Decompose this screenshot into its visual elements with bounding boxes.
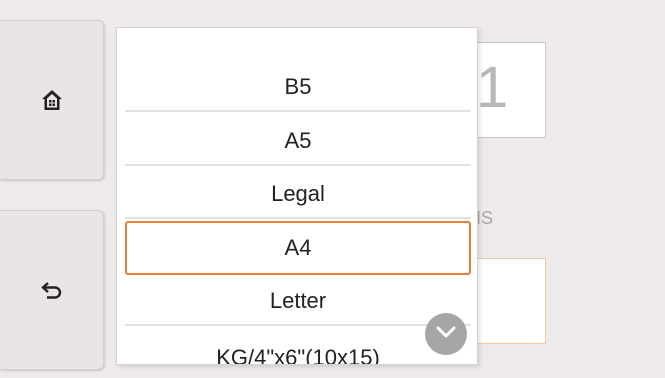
list-item-kg[interactable]: KG/4"x6"(10x15): [125, 334, 471, 365]
list-item-a4-selected[interactable]: A4: [125, 221, 471, 275]
scroll-down-button[interactable]: [425, 313, 467, 355]
back-arrow-icon: [40, 280, 63, 300]
chevron-down-icon: [436, 325, 456, 343]
list-item-legal[interactable]: Legal: [125, 171, 471, 219]
list-item-b5[interactable]: B5: [125, 64, 471, 112]
list-item-label: B5: [284, 74, 312, 99]
home-icon: [40, 88, 64, 112]
list-item-label: A5: [284, 128, 312, 153]
copies-value: 1: [476, 55, 509, 120]
paper-size-list[interactable]: B5 A5 Legal A4 Letter KG/4"x6"(10x15): [116, 27, 478, 365]
setting-label-fragment: IS: [476, 208, 494, 228]
list-item-letter[interactable]: Letter: [125, 278, 471, 326]
screen: 1 IS B5 A5 Legal A4 Letter KG/4"x6"(10x1…: [0, 0, 665, 378]
home-button[interactable]: [0, 20, 104, 180]
back-button[interactable]: [0, 210, 104, 370]
list-item-label: KG/4"x6"(10x15): [216, 345, 380, 365]
list-item-label: Letter: [269, 288, 327, 313]
list-item-label: Legal: [271, 181, 325, 206]
list-item-label: A4: [284, 235, 312, 260]
list-item-a5[interactable]: A5: [125, 118, 471, 166]
